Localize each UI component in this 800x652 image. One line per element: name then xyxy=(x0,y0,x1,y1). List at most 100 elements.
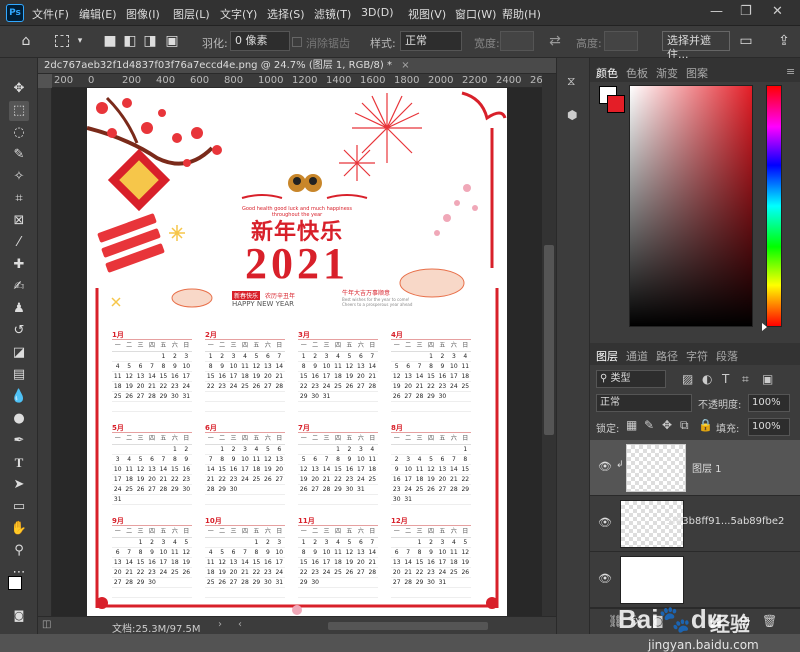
visibility-eye-icon[interactable]: 👁 xyxy=(598,516,612,529)
restore-button[interactable]: ❐ xyxy=(740,4,752,19)
layer-row-2[interactable]: 👁 5f83b8ff91...5ab89fbe2 xyxy=(590,496,800,552)
lock-image-icon[interactable]: ✎ xyxy=(644,418,654,432)
menu-item[interactable]: 窗口(W) xyxy=(455,6,496,22)
status-menu-icon[interactable]: › xyxy=(218,619,222,630)
filter-shape-icon[interactable]: ⌗ xyxy=(742,372,749,387)
frame-tool-icon[interactable]: ⊠ xyxy=(9,211,29,231)
close-tab-icon[interactable]: × xyxy=(401,60,409,71)
menu-item[interactable]: 文字(Y) xyxy=(220,6,257,22)
filter-adjustment-icon[interactable]: ◐ xyxy=(702,372,712,386)
magic-wand-tool-icon[interactable]: ✧ xyxy=(9,167,29,187)
tab-gradients[interactable]: 渐变 xyxy=(656,65,678,81)
zoom-info-icon[interactable]: ◫ xyxy=(42,619,51,630)
minimize-button[interactable]: — xyxy=(710,4,723,19)
fill-input[interactable]: 100% xyxy=(748,418,790,436)
vertical-scroll-thumb[interactable] xyxy=(544,245,554,435)
tab-paths[interactable]: 路径 xyxy=(656,348,678,364)
lasso-tool-icon[interactable]: ◌ xyxy=(9,123,29,143)
rectangle-tool-icon[interactable]: ▭ xyxy=(9,497,29,517)
scroll-left-icon[interactable]: ‹ xyxy=(238,619,242,630)
quick-select-tool-icon[interactable]: ✎ xyxy=(9,145,29,165)
menu-item[interactable]: 文件(F) xyxy=(32,6,69,22)
history-panel-icon[interactable]: ⧖ xyxy=(567,74,575,89)
crop-tool-icon[interactable]: ⌗ xyxy=(9,189,29,209)
layer-row-3[interactable]: 👁 xyxy=(590,552,800,608)
quick-mask-icon[interactable]: ◙ xyxy=(9,606,29,626)
feather-input[interactable]: 0 像素 xyxy=(230,31,290,51)
share-icon[interactable]: ⇪ xyxy=(776,33,792,49)
lock-all-icon[interactable]: 🔒 xyxy=(698,418,713,432)
visibility-eye-icon[interactable]: 👁 xyxy=(598,460,612,473)
canvas-area[interactable]: Good health good luck and much happiness… xyxy=(52,88,542,616)
hue-slider-handle[interactable] xyxy=(762,323,767,331)
menu-item[interactable]: 编辑(E) xyxy=(79,6,117,22)
layer-name[interactable]: 图层 1 xyxy=(692,460,722,475)
clone-stamp-tool-icon[interactable]: ♟ xyxy=(9,299,29,319)
swap-dimensions-icon[interactable]: ⇄ xyxy=(547,33,563,49)
menu-item[interactable]: 图像(I) xyxy=(126,6,160,22)
close-button[interactable]: ✕ xyxy=(772,4,783,19)
rect-marquee-preset-icon[interactable] xyxy=(55,35,69,47)
opacity-input[interactable]: 100% xyxy=(748,394,790,412)
delete-layer-icon[interactable]: 🗑 xyxy=(762,614,777,628)
menu-item[interactable]: 滤镜(T) xyxy=(314,6,351,22)
tab-paragraph[interactable]: 段落 xyxy=(716,348,738,364)
add-selection-icon[interactable]: ◧ xyxy=(122,33,138,49)
panel-menu-icon[interactable]: ≡ xyxy=(786,65,795,78)
color-picker-field[interactable] xyxy=(629,85,753,327)
filter-pixel-icon[interactable]: ▨ xyxy=(682,372,693,386)
blur-tool-icon[interactable]: 💧 xyxy=(9,387,29,407)
tab-color[interactable]: 颜色 xyxy=(596,65,618,81)
hue-slider[interactable] xyxy=(766,85,782,327)
menu-item[interactable]: 3D(D) xyxy=(361,6,394,19)
subtract-selection-icon[interactable]: ◨ xyxy=(142,33,158,49)
new-selection-icon[interactable]: ■ xyxy=(102,33,118,49)
hand-tool-icon[interactable]: ✋ xyxy=(9,519,29,539)
style-select[interactable]: 正常 xyxy=(400,31,462,51)
eyedropper-tool-icon[interactable]: ⁄ xyxy=(9,233,29,253)
document-tab[interactable]: 2dc767aeb32f1d4837f03f76a7eccd4e.png @ 2… xyxy=(38,58,558,74)
antialias-checkbox[interactable] xyxy=(292,37,302,47)
workspace-icon[interactable]: ▭ xyxy=(738,33,754,49)
tab-swatches[interactable]: 色板 xyxy=(626,65,648,81)
horizontal-scroll-thumb[interactable] xyxy=(328,622,488,630)
visibility-eye-icon[interactable]: 👁 xyxy=(598,572,612,585)
eraser-tool-icon[interactable]: ◪ xyxy=(9,343,29,363)
menu-item[interactable]: 帮助(H) xyxy=(502,6,541,22)
3d-panel-icon[interactable]: ⬢ xyxy=(567,108,577,122)
tab-patterns[interactable]: 图案 xyxy=(686,65,708,81)
move-tool-icon[interactable]: ✥ xyxy=(9,79,29,99)
filter-type-icon[interactable]: T xyxy=(722,372,729,386)
height-input[interactable] xyxy=(604,31,638,51)
lock-position-icon[interactable]: ✥ xyxy=(662,418,672,432)
type-tool-icon[interactable]: T xyxy=(9,453,29,473)
path-selection-tool-icon[interactable]: ➤ xyxy=(9,475,29,495)
width-input[interactable] xyxy=(500,31,534,51)
tab-channels[interactable]: 通道 xyxy=(626,348,648,364)
brush-tool-icon[interactable]: ✍ xyxy=(9,277,29,297)
blend-mode-select[interactable]: 正常 xyxy=(596,394,692,412)
pen-tool-icon[interactable]: ✒ xyxy=(9,431,29,451)
document-canvas[interactable]: Good health good luck and much happiness… xyxy=(87,88,507,616)
lock-transparent-icon[interactable]: ▦ xyxy=(626,418,637,432)
tab-character[interactable]: 字符 xyxy=(686,348,708,364)
dodge-tool-icon[interactable]: ● xyxy=(9,409,29,429)
zoom-tool-icon[interactable]: ⚲ xyxy=(9,541,29,561)
lock-artboard-icon[interactable]: ⧉ xyxy=(680,418,689,433)
home-icon[interactable]: ⌂ xyxy=(18,33,34,49)
menu-item[interactable]: 视图(V) xyxy=(408,6,446,22)
history-brush-tool-icon[interactable]: ↺ xyxy=(9,321,29,341)
menu-item[interactable]: 图层(L) xyxy=(173,6,210,22)
menu-item[interactable]: 选择(S) xyxy=(267,6,305,22)
select-and-mask-button[interactable]: 选择并遮住... xyxy=(662,31,730,61)
preset-dropdown-icon[interactable]: ▾ xyxy=(72,33,88,49)
layer-name[interactable]: 5f83b8ff91...5ab89fbe2 xyxy=(666,516,784,527)
filter-smart-object-icon[interactable]: ▣ xyxy=(762,372,773,386)
layer-filter-select[interactable]: ⚲ 类型 xyxy=(596,370,666,388)
layer-row-1[interactable]: 👁 ↲ 图层 1 xyxy=(590,440,800,496)
background-color-chip[interactable] xyxy=(607,95,625,113)
gradient-tool-icon[interactable]: ▤ xyxy=(9,365,29,385)
marquee-tool-icon[interactable]: ⬚ xyxy=(9,101,29,121)
foreground-color-swatch[interactable] xyxy=(8,576,22,590)
intersect-selection-icon[interactable]: ▣ xyxy=(164,33,180,49)
